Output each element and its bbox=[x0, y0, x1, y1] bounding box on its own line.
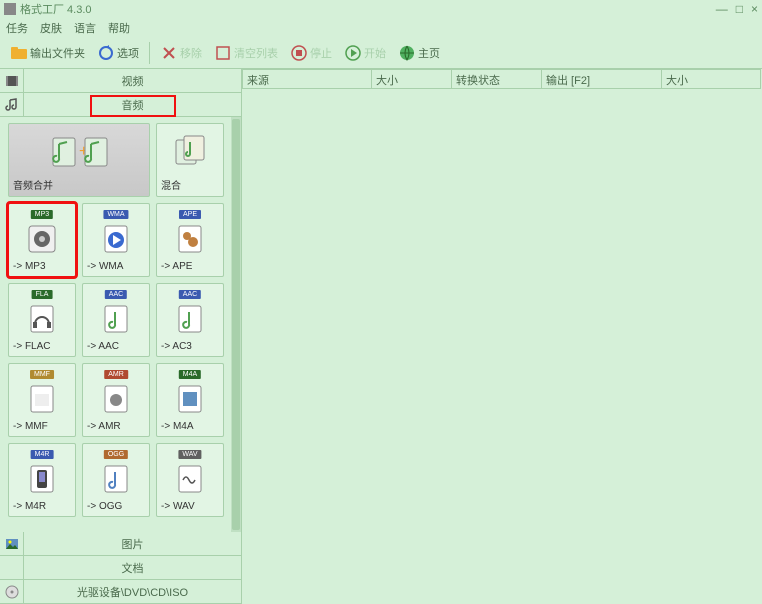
category-picture[interactable]: 图片 bbox=[0, 532, 241, 556]
close-button[interactable]: × bbox=[751, 2, 758, 16]
format-ogg[interactable]: OGG -> OGG bbox=[82, 443, 150, 517]
badge-ape: APE bbox=[179, 210, 201, 219]
format-mmf[interactable]: MMF -> MMF bbox=[8, 363, 76, 437]
col-output[interactable]: 输出 [F2] bbox=[542, 69, 662, 89]
format-ape[interactable]: APE -> APE bbox=[156, 203, 224, 277]
toolbar: 输出文件夹 选项 移除 清空列表 停止 开始 主页 bbox=[0, 38, 762, 69]
badge-ogg: OGG bbox=[104, 450, 128, 459]
badge-fla: FLA bbox=[32, 290, 53, 299]
merge-icon: + bbox=[13, 128, 145, 175]
category-video[interactable]: 视频 bbox=[0, 69, 241, 93]
refresh-icon bbox=[97, 44, 115, 62]
category-document[interactable]: 文档 bbox=[0, 556, 241, 580]
separator bbox=[149, 42, 150, 64]
menu-help[interactable]: 帮助 bbox=[108, 20, 130, 36]
play-icon bbox=[344, 44, 362, 62]
badge-m4a: M4A bbox=[179, 370, 201, 379]
titlebar: 格式工厂 4.3.0 — □ × bbox=[0, 0, 762, 18]
app-icon bbox=[4, 3, 16, 15]
stop-icon bbox=[290, 44, 308, 62]
music-icon bbox=[5, 98, 19, 112]
badge-mp3: MP3 bbox=[31, 210, 53, 219]
badge-wav: WAV bbox=[178, 450, 201, 459]
app-title: 格式工厂 4.3.0 bbox=[20, 1, 716, 17]
badge-mmf: MMF bbox=[30, 370, 54, 379]
remove-icon bbox=[160, 44, 178, 62]
badge-amr: AMR bbox=[104, 370, 128, 379]
stop-button[interactable]: 停止 bbox=[286, 42, 336, 64]
col-size[interactable]: 大小 bbox=[372, 69, 452, 89]
start-button[interactable]: 开始 bbox=[340, 42, 390, 64]
category-audio[interactable]: 音频 bbox=[0, 93, 241, 117]
badge-m4r: M4R bbox=[31, 450, 54, 459]
video-icon bbox=[5, 74, 19, 88]
output-folder-button[interactable]: 输出文件夹 bbox=[6, 42, 89, 64]
col-status[interactable]: 转换状态 bbox=[452, 69, 542, 89]
file-list[interactable] bbox=[242, 89, 762, 604]
menu-skin[interactable]: 皮肤 bbox=[40, 20, 62, 36]
formats-scrollbar[interactable] bbox=[231, 117, 241, 532]
left-panel: 视频 音频 + 音频合并 混合 MP3 -> MP3 bbox=[0, 69, 242, 604]
clear-list-button[interactable]: 清空列表 bbox=[210, 42, 282, 64]
format-m4a[interactable]: M4A -> M4A bbox=[156, 363, 224, 437]
format-amr[interactable]: AMR -> AMR bbox=[82, 363, 150, 437]
format-m4r[interactable]: M4R -> M4R bbox=[8, 443, 76, 517]
format-flac[interactable]: FLA -> FLAC bbox=[8, 283, 76, 357]
picture-icon bbox=[5, 537, 19, 551]
globe-icon bbox=[398, 44, 416, 62]
format-aac[interactable]: AAC -> AAC bbox=[82, 283, 150, 357]
column-headers: 来源 大小 转换状态 输出 [F2] 大小 bbox=[242, 69, 762, 89]
menubar: 任务 皮肤 语言 帮助 bbox=[0, 18, 762, 38]
maximize-button[interactable]: □ bbox=[736, 2, 743, 16]
mix-icon bbox=[161, 128, 219, 175]
right-panel: 来源 大小 转换状态 输出 [F2] 大小 bbox=[242, 69, 762, 604]
home-button[interactable]: 主页 bbox=[394, 42, 444, 64]
options-button[interactable]: 选项 bbox=[93, 42, 143, 64]
format-audio-merge[interactable]: + 音频合并 bbox=[8, 123, 150, 197]
category-drive[interactable]: 光驱设备\DVD\CD\ISO bbox=[0, 580, 241, 604]
formats-grid: + 音频合并 混合 MP3 -> MP3 WMA -> WMA APE bbox=[0, 117, 231, 532]
badge-wma: WMA bbox=[103, 210, 128, 219]
folder-icon bbox=[10, 44, 28, 62]
disc-icon bbox=[5, 585, 19, 599]
format-mix[interactable]: 混合 bbox=[156, 123, 224, 197]
col-source[interactable]: 来源 bbox=[242, 69, 372, 89]
format-mp3[interactable]: MP3 -> MP3 bbox=[8, 203, 76, 277]
badge-aac: AAC bbox=[105, 290, 127, 299]
menu-lang[interactable]: 语言 bbox=[74, 20, 96, 36]
menu-task[interactable]: 任务 bbox=[6, 20, 28, 36]
format-wav[interactable]: WAV -> WAV bbox=[156, 443, 224, 517]
remove-button[interactable]: 移除 bbox=[156, 42, 206, 64]
format-wma[interactable]: WMA -> WMA bbox=[82, 203, 150, 277]
minimize-button[interactable]: — bbox=[716, 2, 728, 16]
scrollbar-thumb[interactable] bbox=[232, 119, 240, 530]
col-outsize[interactable]: 大小 bbox=[662, 69, 761, 89]
clear-icon bbox=[214, 44, 232, 62]
badge-aac2: AAC bbox=[179, 290, 201, 299]
format-ac3[interactable]: AAC -> AC3 bbox=[156, 283, 224, 357]
